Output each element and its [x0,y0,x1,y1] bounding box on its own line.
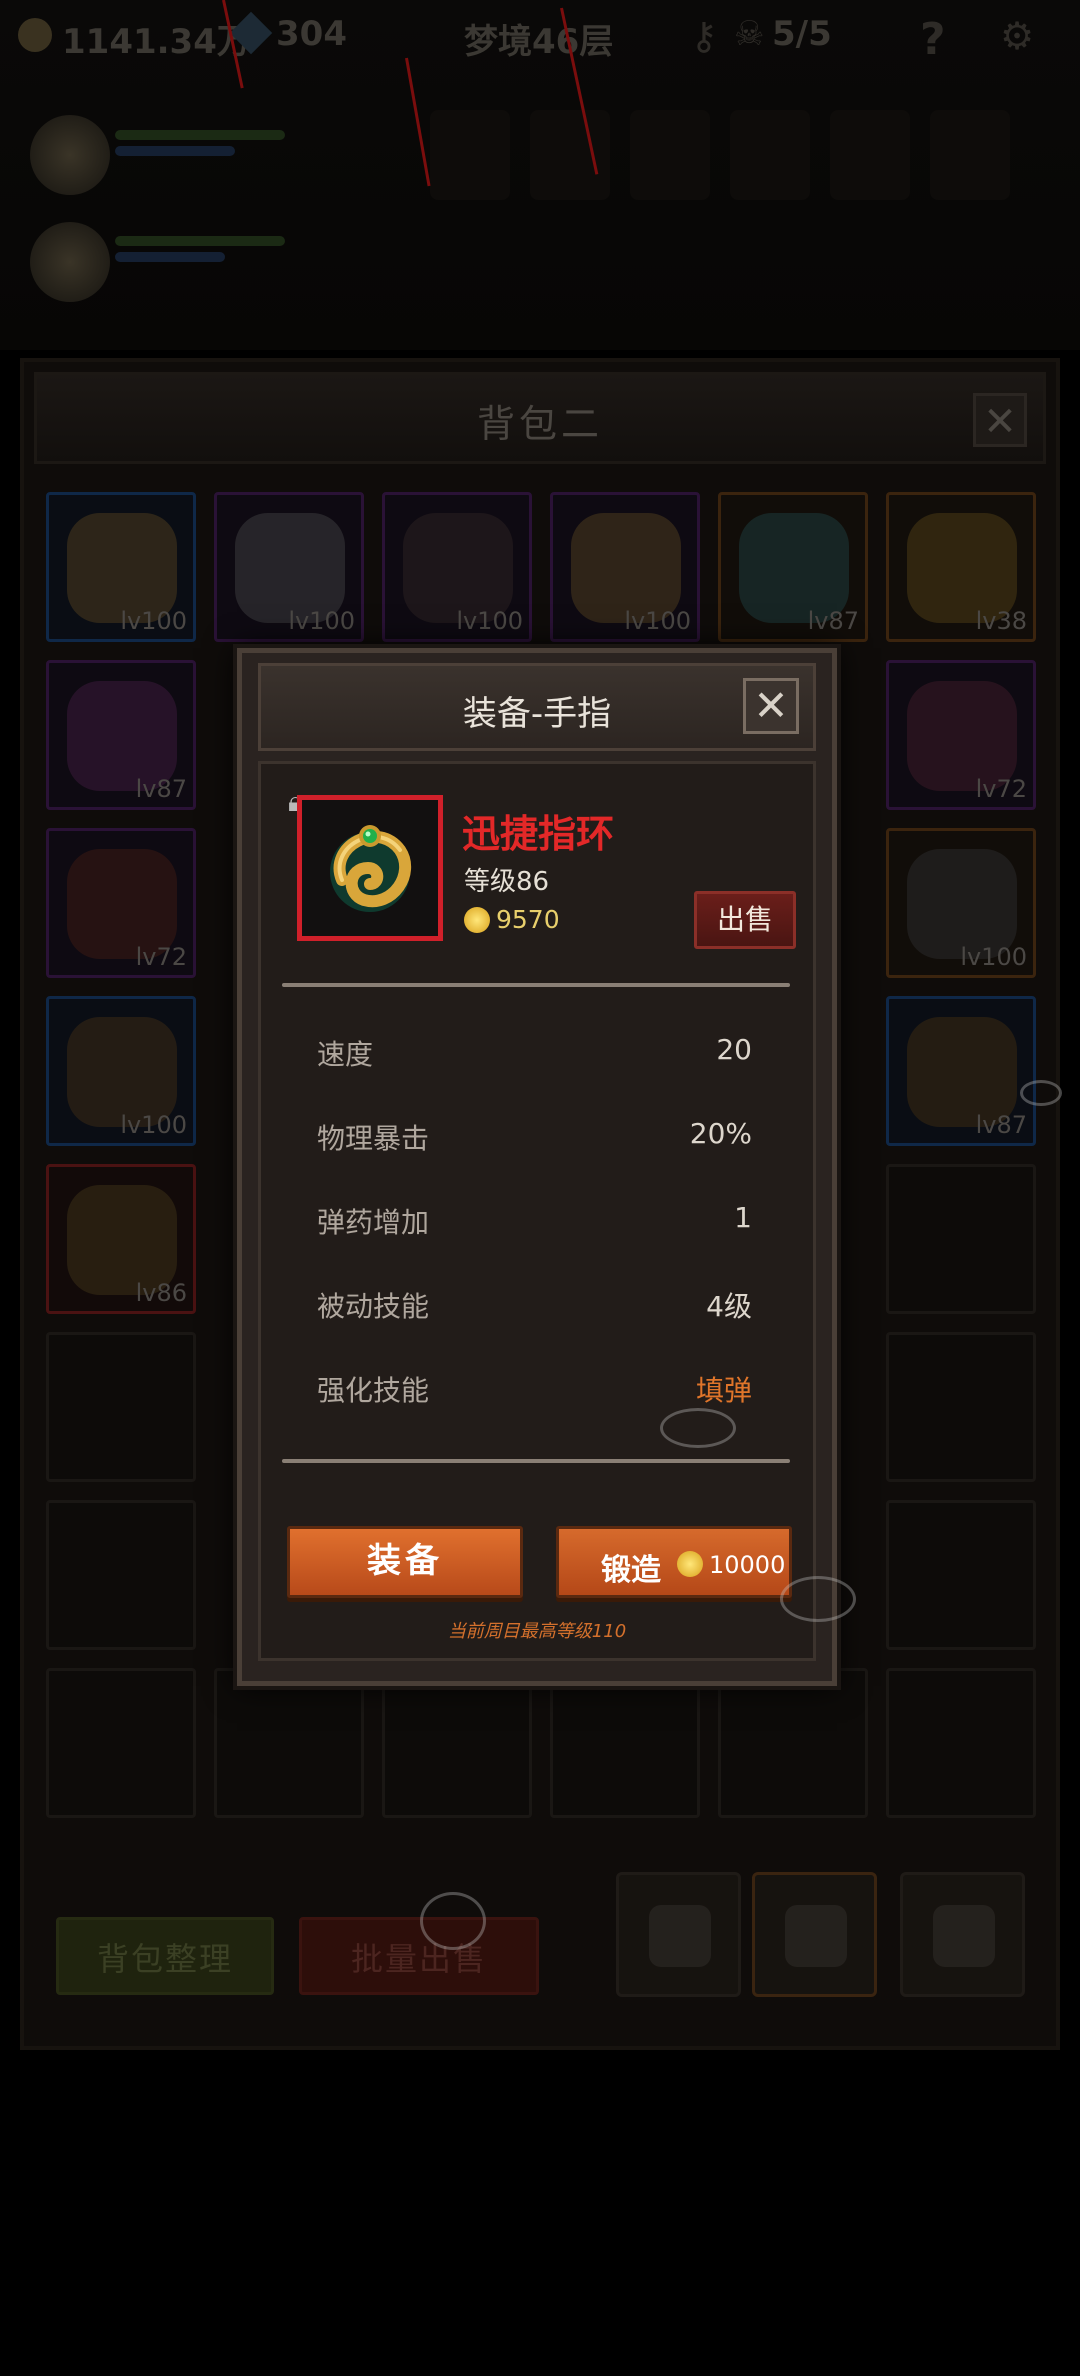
inventory-slot-selected[interactable]: lv86 [46,1164,196,1314]
companion-avatar[interactable] [30,222,110,302]
wind-swirl-effect [1020,1080,1062,1106]
gold-coin-icon [18,18,52,52]
inventory-slot-empty[interactable] [214,1668,364,1818]
stage-label: 梦境46层 [464,22,614,62]
hero-mp-bar [115,146,235,156]
gold-amount: 1141.34万 [62,22,251,62]
inventory-slot[interactable]: lv87 [46,660,196,810]
item-icon-frame [297,795,443,941]
bag-tab-3[interactable] [900,1872,1025,1997]
inventory-slot-empty[interactable] [886,1500,1036,1650]
enhanced-skill-value[interactable]: 填弹 [696,1369,752,1409]
sell-button[interactable]: 出售 [694,891,796,949]
divider [282,983,790,987]
bag-tab-1[interactable] [616,1872,741,1997]
inventory-slot[interactable]: lv100 [550,492,700,642]
max-level-note: 当前周目最高等级110 [447,1621,627,1642]
inventory-slot[interactable]: lv100 [886,828,1036,978]
skill-slot[interactable] [830,110,910,200]
equip-button[interactable]: 装备 [287,1526,523,1598]
skull-icon: ☠ [734,14,765,54]
inventory-slot[interactable]: lv100 [214,492,364,642]
wind-swirl-effect [420,1892,486,1950]
inventory-slot[interactable]: lv100 [46,996,196,1146]
equipment-detail-dialog: 装备-手指 ✕ 🔒︎ 迅捷指环 等级86 9570 出售 速度 20 物理暴击 … [237,648,837,1686]
inventory-slot[interactable]: lv100 [382,492,532,642]
item-sell-price: 9570 [496,905,560,934]
settings-icon[interactable]: ⚙ [1000,14,1034,58]
item-level: 等级86 [464,867,550,897]
inventory-slot[interactable]: lv100 [46,492,196,642]
dialog-close-button[interactable]: ✕ [743,678,799,734]
skill-slot[interactable] [630,110,710,200]
inventory-slot-empty[interactable] [886,1164,1036,1314]
rain-streak [405,57,431,187]
skill-slot[interactable] [730,110,810,200]
inventory-slot-empty[interactable] [550,1668,700,1818]
stat-label: 物理暴击 [317,1122,430,1155]
dialog-title: 装备-手指 [462,694,612,734]
inventory-slot-empty[interactable] [46,1332,196,1482]
companion-mp-bar [115,252,225,262]
item-name: 迅捷指环 [462,812,615,856]
inventory-slot[interactable]: lv87 [886,996,1036,1146]
batch-sell-button[interactable]: 批量出售 [299,1917,539,1995]
bag-title: 背包二 [476,402,603,446]
help-icon[interactable]: ? [920,14,946,65]
ring-icon [330,825,412,912]
top-hud: 1141.34万 304 梦境46层 ⚷ ☠ 5/5 ? ⚙ [0,0,1080,350]
stat-value: 20% [689,1117,752,1150]
forge-label: 锻造 [601,1553,661,1588]
backpack-icon [649,1905,711,1967]
companion-hp-bar [115,236,285,246]
divider [282,1459,790,1463]
inventory-slot[interactable]: lv87 [718,492,868,642]
inventory-slot-empty[interactable] [382,1668,532,1818]
sort-bag-button[interactable]: 背包整理 [56,1917,274,1995]
inventory-slot-empty[interactable] [46,1500,196,1650]
skull-count: 5/5 [772,14,832,54]
backpack-icon [785,1905,847,1967]
stat-label: 弹药增加 [317,1206,430,1239]
forge-button[interactable]: 锻造 10000 [556,1526,792,1598]
gold-coin-icon [464,907,490,933]
skill-slot[interactable] [430,110,510,200]
bag-close-button[interactable]: ✕ [973,393,1027,447]
inventory-slot-empty[interactable] [46,1668,196,1818]
inventory-slot-empty[interactable] [718,1668,868,1818]
skill-slot[interactable] [530,110,610,200]
inventory-slot[interactable]: lv38 [886,492,1036,642]
bag-tab-2[interactable] [752,1872,877,1997]
key-icon: ⚷ [690,14,718,58]
inventory-slot-empty[interactable] [886,1668,1036,1818]
inventory-slot-empty[interactable] [886,1332,1036,1482]
hero-avatar[interactable] [30,115,110,195]
forge-cost: 10000 [709,1551,786,1579]
bag-header: 背包二 ✕ [34,372,1046,464]
dialog-header: 装备-手指 ✕ [258,663,816,751]
hero-hp-bar [115,130,285,140]
stat-label: 速度 [317,1038,374,1071]
stat-value: 1 [734,1201,752,1234]
backpack-icon [933,1905,995,1967]
gold-coin-icon [677,1551,703,1577]
stat-value: 4级 [706,1290,752,1323]
stat-label: 被动技能 [317,1290,430,1323]
skill-slot[interactable] [930,110,1010,200]
stat-value: 20 [716,1033,752,1066]
stat-label: 强化技能 [317,1374,430,1407]
wind-swirl-effect [660,1408,736,1448]
inventory-slot[interactable]: lv72 [886,660,1036,810]
gem-amount: 304 [276,14,347,54]
wind-swirl-effect [780,1576,856,1622]
inventory-slot[interactable]: lv72 [46,828,196,978]
